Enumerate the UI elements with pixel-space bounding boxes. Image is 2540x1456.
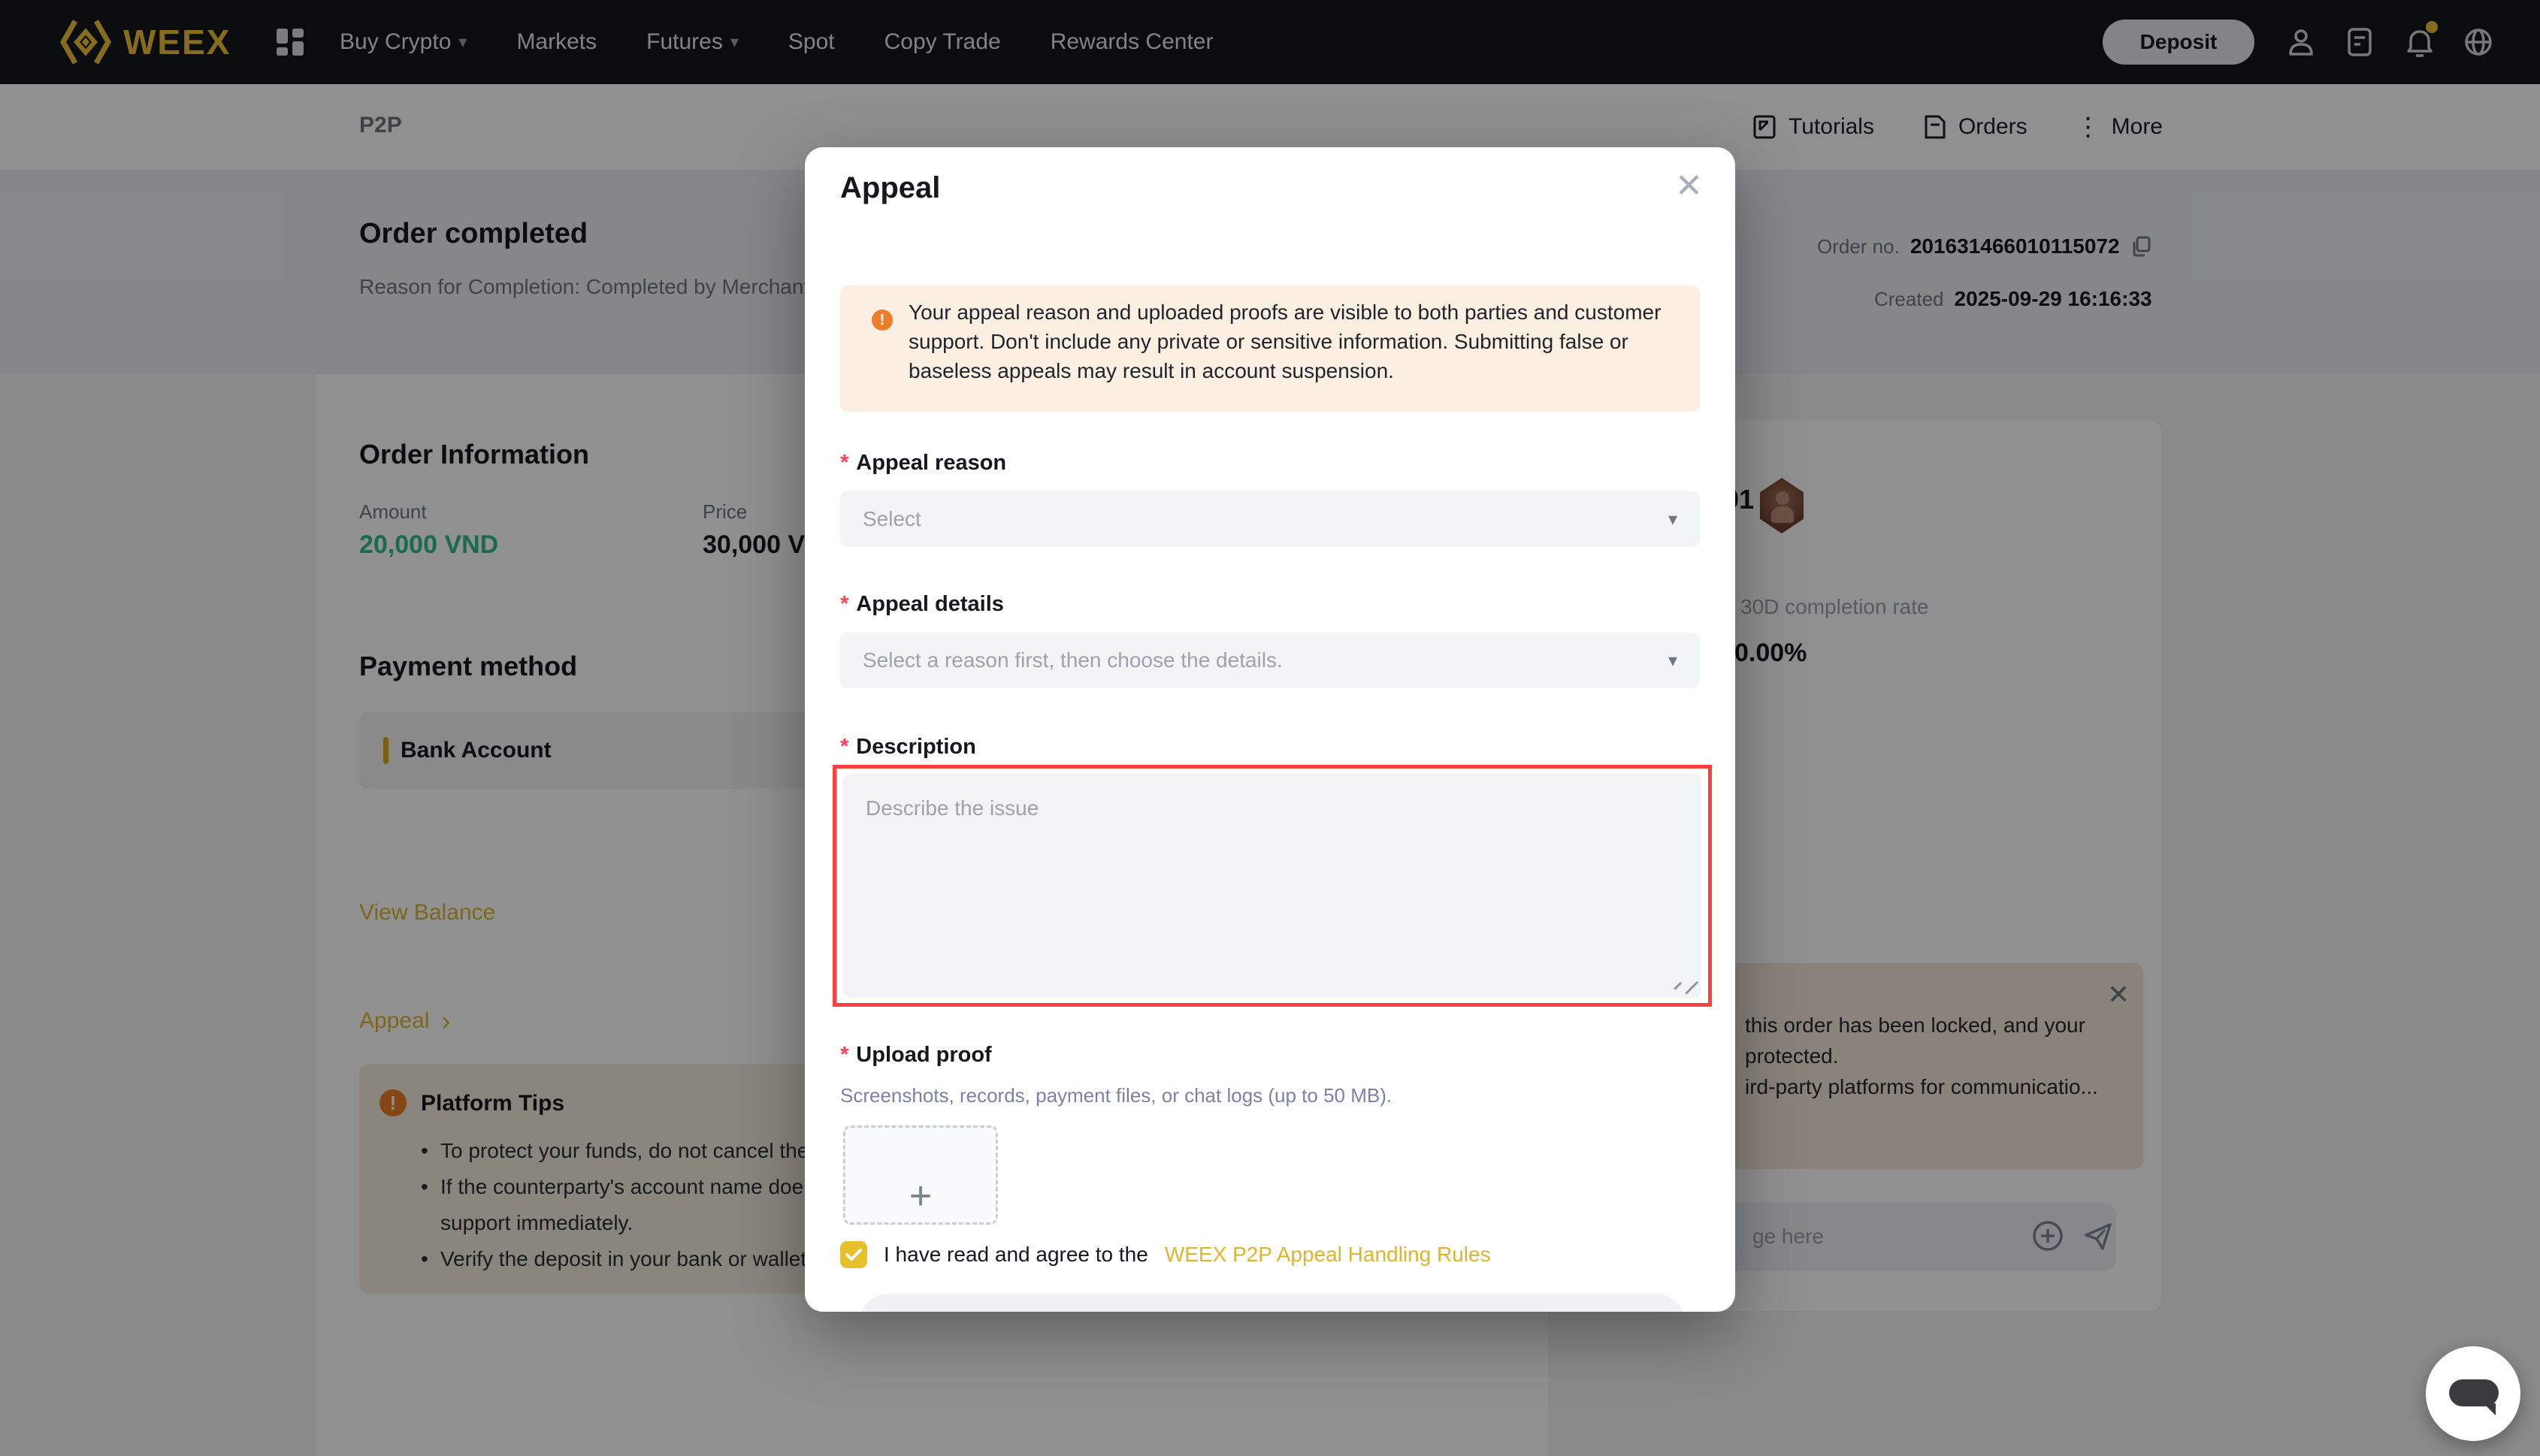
appeal-rules-link[interactable]: WEEX P2P Appeal Handling Rules bbox=[1165, 1243, 1491, 1267]
upload-proof-label: * Upload proof bbox=[840, 1043, 992, 1068]
modal-title: Appeal bbox=[840, 171, 940, 205]
appeal-details-label: * Appeal details bbox=[840, 592, 1004, 617]
required-mark: * bbox=[840, 451, 848, 476]
appeal-reason-label: * Appeal reason bbox=[840, 451, 1006, 476]
agree-checkbox[interactable] bbox=[840, 1241, 867, 1268]
required-mark: * bbox=[840, 1043, 848, 1068]
caret-down-icon: ▾ bbox=[1668, 650, 1677, 672]
appeal-reason-select[interactable]: Select ▾ bbox=[840, 491, 1700, 547]
chat-bubble-tail bbox=[2484, 1403, 2496, 1415]
description-label: * Description bbox=[840, 735, 976, 760]
chat-bubble-icon bbox=[2449, 1379, 2499, 1406]
upload-hint: Screenshots, records, payment files, or … bbox=[840, 1084, 1392, 1107]
appeal-reason-value: Select bbox=[863, 507, 1668, 531]
annotation-highlight-box bbox=[833, 765, 1712, 1007]
agree-row: I have read and agree to the WEEX P2P Ap… bbox=[840, 1241, 1491, 1268]
agree-text: I have read and agree to the bbox=[884, 1243, 1148, 1267]
plus-icon: + bbox=[843, 1125, 998, 1225]
required-mark: * bbox=[840, 735, 848, 760]
submit-button-clipped[interactable] bbox=[859, 1294, 1686, 1312]
warning-icon: ! bbox=[872, 310, 893, 331]
appeal-modal: Appeal ✕ ! Your appeal reason and upload… bbox=[805, 147, 1735, 1312]
appeal-details-value: Select a reason first, then choose the d… bbox=[863, 648, 1668, 672]
modal-close-icon[interactable]: ✕ bbox=[1675, 170, 1703, 203]
appeal-details-select[interactable]: Select a reason first, then choose the d… bbox=[840, 633, 1700, 688]
appeal-warning-text: Your appeal reason and uploaded proofs a… bbox=[909, 298, 1668, 385]
required-mark: * bbox=[840, 592, 848, 617]
checkmark-icon bbox=[845, 1248, 862, 1261]
caret-down-icon: ▾ bbox=[1668, 509, 1677, 530]
